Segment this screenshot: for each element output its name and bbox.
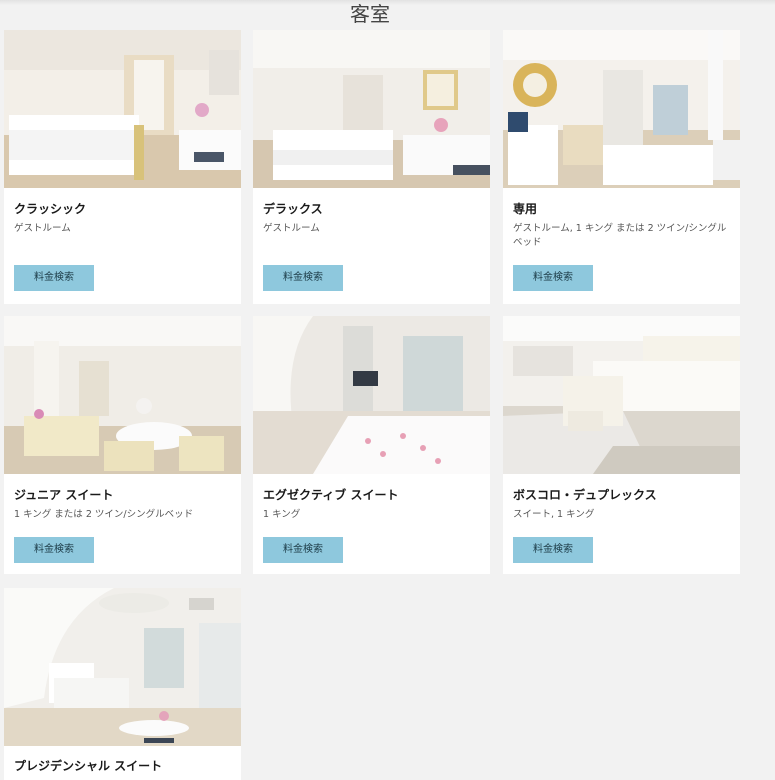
room-photo-classic[interactable]: [4, 30, 241, 188]
room-photo-executive-suite[interactable]: [253, 316, 490, 474]
rate-search-button[interactable]: 料金検索: [14, 537, 94, 563]
room-card-classic: クラッシック ゲストルーム 料金検索: [4, 30, 241, 304]
room-card-deluxe: デラックス ゲストルーム 料金検索: [253, 30, 490, 304]
room-description: ゲストルーム, 1 キング または 2 ツイン/シングルベッド: [513, 223, 727, 248]
room-description: ゲストルーム: [14, 223, 71, 234]
room-photo-exclusive[interactable]: [503, 30, 740, 188]
rate-search-button[interactable]: 料金検索: [263, 537, 343, 563]
room-photo-deluxe[interactable]: [253, 30, 490, 188]
rate-search-button[interactable]: 料金検索: [263, 265, 343, 291]
room-name[interactable]: プレジデンシャル スイート: [14, 757, 162, 774]
rate-search-button[interactable]: 料金検索: [14, 265, 94, 291]
rate-search-button[interactable]: 料金検索: [513, 265, 593, 291]
page-title: 客室: [350, 2, 390, 26]
room-card-boscolo-duplex: ボスコロ・デュプレックス スイート, 1 キング 料金検索: [503, 316, 740, 574]
room-card-exclusive: 専用 ゲストルーム, 1 キング または 2 ツイン/シングルベッド 料金検索: [503, 30, 740, 304]
room-name[interactable]: デラックス: [263, 200, 323, 217]
room-description: 1 キング: [263, 509, 301, 520]
room-photo-junior-suite[interactable]: [4, 316, 241, 474]
room-card-presidential-suite: プレジデンシャル スイート: [4, 588, 241, 780]
room-card-executive-suite: エグゼクティブ スイート 1 キング 料金検索: [253, 316, 490, 574]
rate-search-button[interactable]: 料金検索: [513, 537, 593, 563]
room-description: スイート, 1 キング: [513, 509, 595, 520]
room-photo-boscolo-duplex[interactable]: [503, 316, 740, 474]
room-name[interactable]: クラッシック: [14, 200, 86, 217]
room-description: 1 キング または 2 ツイン/シングルベッド: [14, 509, 194, 520]
room-name[interactable]: エグゼクティブ スイート: [263, 486, 398, 503]
room-name[interactable]: ボスコロ・デュプレックス: [513, 486, 657, 503]
room-photo-presidential-suite[interactable]: [4, 588, 241, 746]
room-name[interactable]: ジュニア スイート: [14, 486, 113, 503]
room-description: ゲストルーム: [263, 223, 320, 234]
room-card-junior-suite: ジュニア スイート 1 キング または 2 ツイン/シングルベッド 料金検索: [4, 316, 241, 574]
room-name[interactable]: 専用: [513, 200, 537, 217]
